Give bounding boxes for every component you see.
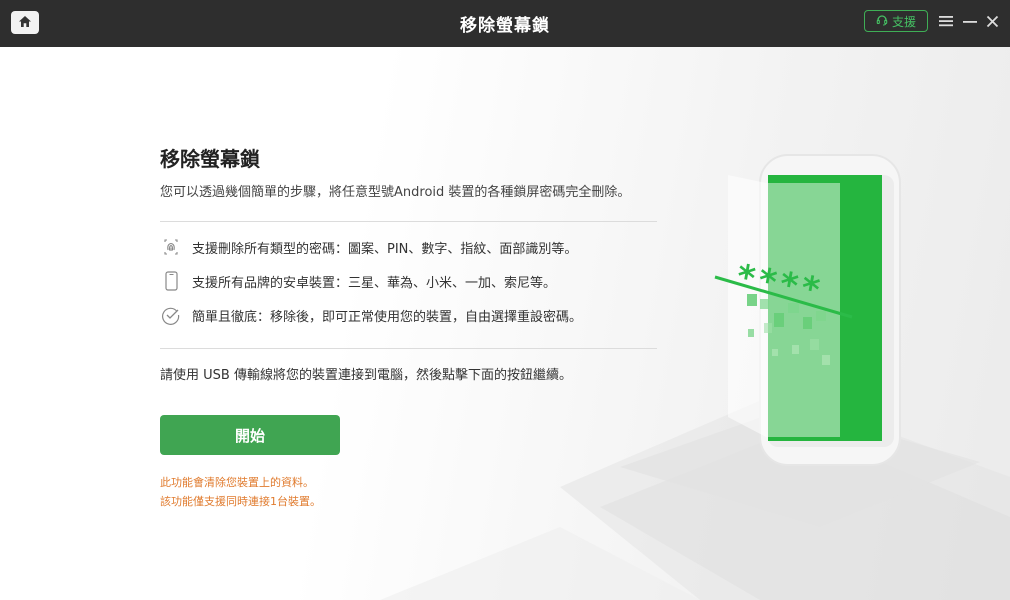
window-title: 移除螢幕鎖 — [460, 16, 550, 36]
page-heading: 移除螢幕鎖 — [160, 147, 260, 171]
support-label: 支援 — [891, 14, 916, 29]
feature-item: 支援所有品牌的安卓裝置：三星、華為、小米、一加、索尼等。 — [160, 269, 556, 293]
feature-text: 支援所有品牌的安卓裝置：三星、華為、小米、一加、索尼等。 — [192, 275, 557, 291]
warning-text: 此功能會清除您裝置上的資料。 — [160, 476, 314, 489]
connect-instruction: 請使用 USB 傳輸線將您的裝置連接到電腦，然後點擊下面的按鈕繼續。 — [160, 368, 572, 383]
start-button[interactable]: 開始 — [160, 415, 340, 455]
fingerprint-icon — [160, 236, 182, 258]
hamburger-menu-icon[interactable] — [937, 12, 955, 30]
main-content: 移除螢幕鎖 您可以透過幾個簡單的步驟，將任意型號Android 裝置的各種鎖屏密… — [0, 47, 1010, 600]
feature-text: 支援刪除所有類型的密碼：圖案、PIN、數字、指紋、面部識別等。 — [192, 241, 578, 257]
warning-text: 該功能僅支援同時連接1台裝置。 — [160, 495, 321, 508]
headset-icon — [876, 14, 888, 29]
support-button[interactable]: 支援 — [864, 10, 928, 32]
feature-text: 簡單且徹底：移除後，即可正常使用您的裝置，自由選擇重設密碼。 — [192, 309, 583, 325]
check-circle-icon — [160, 304, 182, 326]
close-icon[interactable] — [983, 12, 1001, 30]
phone-icon — [160, 270, 182, 292]
feature-item: 支援刪除所有類型的密碼：圖案、PIN、數字、指紋、面部識別等。 — [160, 235, 577, 259]
phone-illustration: **** — [620, 154, 980, 527]
title-bar: 移除螢幕鎖 支援 — [0, 0, 1010, 47]
minimize-icon[interactable] — [961, 12, 979, 30]
feature-item: 簡單且徹底：移除後，即可正常使用您的裝置，自由選擇重設密碼。 — [160, 303, 582, 327]
